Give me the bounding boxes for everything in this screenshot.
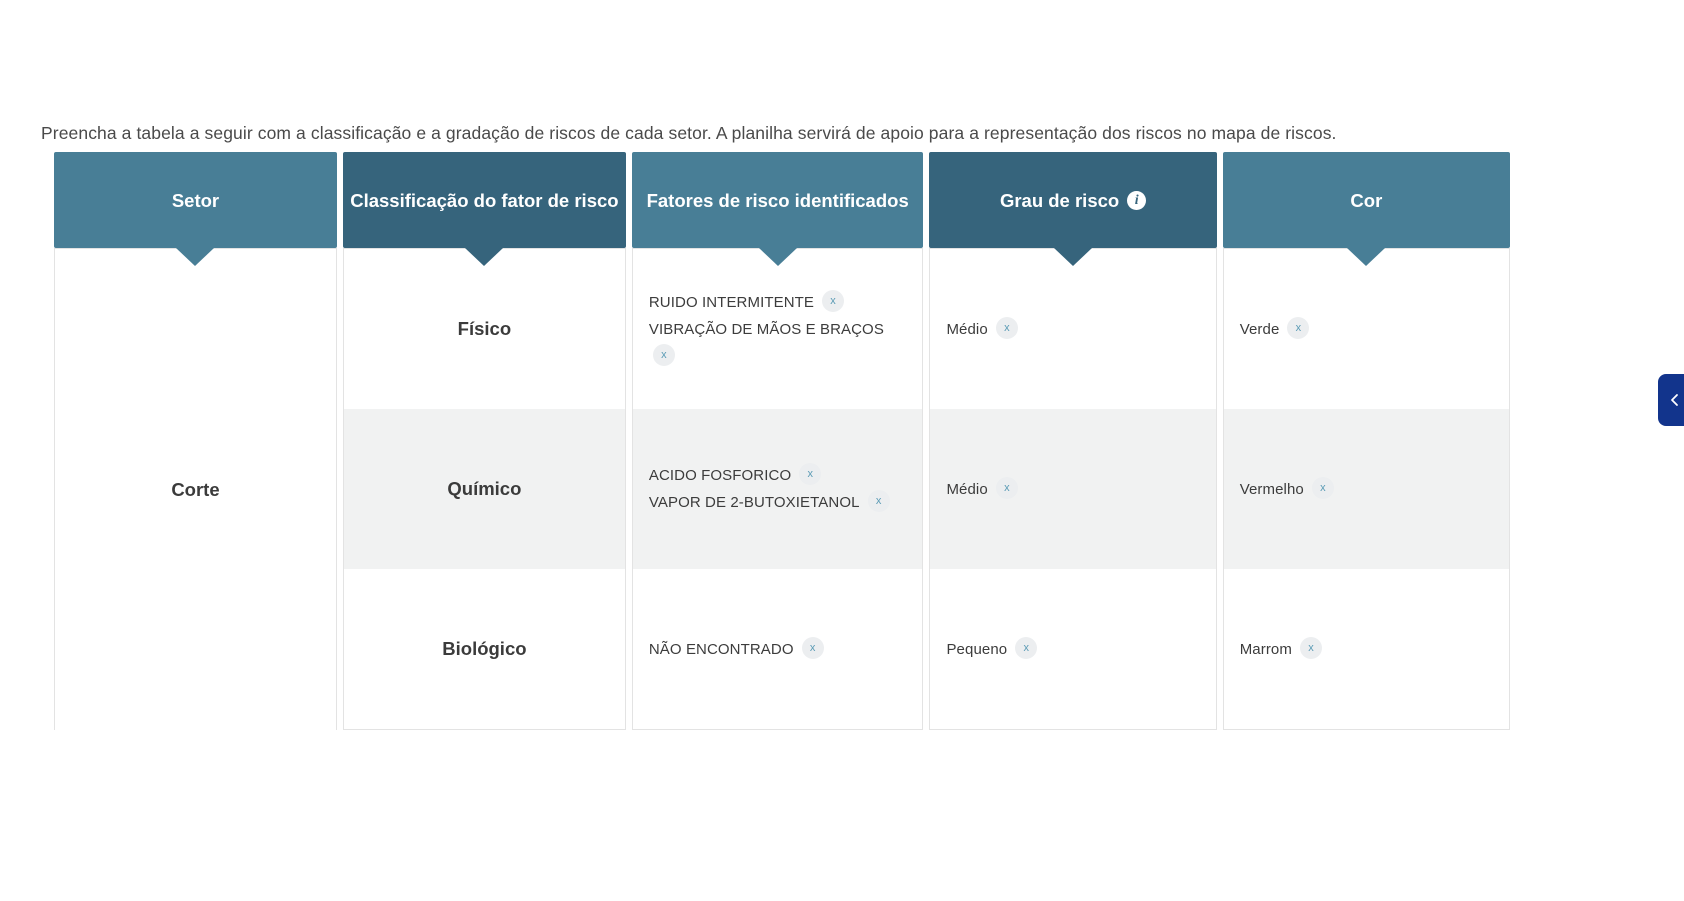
classification-value: Físico: [457, 318, 512, 339]
remove-tag-button[interactable]: x: [799, 463, 822, 485]
remove-tag-button[interactable]: x: [995, 476, 1018, 499]
color-tag: Marrom: [1239, 640, 1292, 658]
header-setor: Setor: [54, 152, 337, 248]
cell-degree[interactable]: Médio x: [929, 248, 1217, 409]
header-cor-label: Cor: [1350, 189, 1383, 211]
header-grau-de-risco: Grau de risco i: [929, 152, 1217, 248]
factor-tag: VAPOR DE 2-BUTOXIETANOL: [648, 494, 860, 511]
remove-tag-button[interactable]: x: [1015, 636, 1038, 659]
risk-table-container: Setor Classificação do fator de risco Fa…: [48, 152, 1516, 730]
color-tag-list: Vermelho x: [1240, 476, 1336, 503]
risk-worksheet-page: Preencha a tabela a seguir com a classif…: [0, 0, 1684, 901]
remove-tag-button[interactable]: x: [1311, 476, 1334, 499]
remove-tag-button[interactable]: x: [1287, 316, 1310, 339]
factor-tag-list: NÃO ENCONTRADO x: [649, 636, 826, 663]
cell-color[interactable]: Vermelho x: [1222, 409, 1510, 569]
factor-tag: NÃO ENCONTRADO: [648, 640, 794, 658]
color-tag: Verde: [1239, 320, 1280, 338]
degree-tag: Médio: [946, 320, 988, 338]
cell-classification[interactable]: Químico: [342, 409, 626, 569]
cell-color[interactable]: Marrom x: [1222, 569, 1510, 730]
cell-factors[interactable]: NÃO ENCONTRADO x: [631, 569, 924, 730]
cell-classification[interactable]: Físico: [342, 248, 626, 409]
chevron-left-icon: [1668, 393, 1682, 407]
cell-classification[interactable]: Biológico: [342, 569, 626, 730]
degree-tag: Médio: [946, 480, 988, 498]
degree-tag-list: Médio x: [946, 476, 1019, 503]
degree-tag-list: Pequeno x: [946, 636, 1039, 663]
cell-sector[interactable]: Corte: [54, 248, 337, 730]
remove-tag-button[interactable]: x: [801, 636, 824, 659]
header-classificacao: Classificação do fator de risco: [342, 152, 626, 248]
factor-tag: VIBRAÇÃO DE MÃOS E BRAÇOS: [648, 320, 884, 338]
classification-value: Químico: [447, 478, 522, 499]
color-tag-list: Marrom x: [1240, 636, 1324, 663]
side-panel-toggle[interactable]: [1658, 374, 1684, 426]
header-setor-label: Setor: [171, 189, 220, 211]
cell-degree[interactable]: Pequeno x: [929, 569, 1217, 730]
header-classificacao-label: Classificação do fator de risco: [350, 189, 619, 211]
remove-tag-button[interactable]: x: [867, 490, 890, 512]
header-cor: Cor: [1222, 152, 1510, 248]
header-grau-de-risco-label: Grau de risco: [999, 189, 1120, 211]
color-tag: Vermelho: [1239, 480, 1304, 498]
classification-value: Biológico: [442, 638, 527, 659]
cell-factors[interactable]: ACIDO FOSFORICO x VAPOR DE 2-BUTOXIETANOL x: [631, 409, 924, 569]
factor-tag-list: RUIDO INTERMITENTE x VIBRAÇÃO DE MÃOS E BR…: [649, 289, 907, 370]
cell-degree[interactable]: Médio x: [929, 409, 1217, 569]
header-fatores-label: Fatores de risco identificados: [646, 189, 909, 211]
factor-tag: ACIDO FOSFORICO: [648, 467, 792, 484]
intro-text: Preencha a tabela a seguir com a classif…: [41, 122, 1337, 143]
risk-table-head: Setor Classificação do fator de risco Fa…: [54, 152, 1510, 248]
factor-tag: RUIDO INTERMITENTE: [648, 293, 815, 311]
remove-tag-button[interactable]: x: [995, 316, 1018, 339]
remove-tag-button[interactable]: x: [822, 289, 845, 312]
factor-tag-list: ACIDO FOSFORICO x VAPOR DE 2-BUTOXIETANOL x: [649, 462, 907, 516]
remove-tag-button[interactable]: x: [1299, 636, 1322, 659]
degree-tag: Pequeno: [946, 640, 1008, 658]
color-tag-list: Verde x: [1240, 316, 1312, 343]
risk-table-body: Corte Físico RUIDO INTERMITENTE x VIBRAÇÃO…: [54, 248, 1510, 730]
info-icon[interactable]: i: [1127, 190, 1147, 210]
degree-tag-list: Médio x: [946, 316, 1019, 343]
header-row: Setor Classificação do fator de risco Fa…: [54, 152, 1510, 248]
risk-table: Setor Classificação do fator de risco Fa…: [48, 152, 1516, 730]
sector-value: Corte: [171, 478, 220, 500]
cell-color[interactable]: Verde x: [1222, 248, 1510, 409]
table-row: Corte Físico RUIDO INTERMITENTE x VIBRAÇÃO…: [54, 248, 1510, 730]
remove-tag-button[interactable]: x: [652, 343, 675, 366]
cell-factors[interactable]: RUIDO INTERMITENTE x VIBRAÇÃO DE MÃOS E BR…: [631, 248, 924, 409]
header-fatores: Fatores de risco identificados: [631, 152, 924, 248]
